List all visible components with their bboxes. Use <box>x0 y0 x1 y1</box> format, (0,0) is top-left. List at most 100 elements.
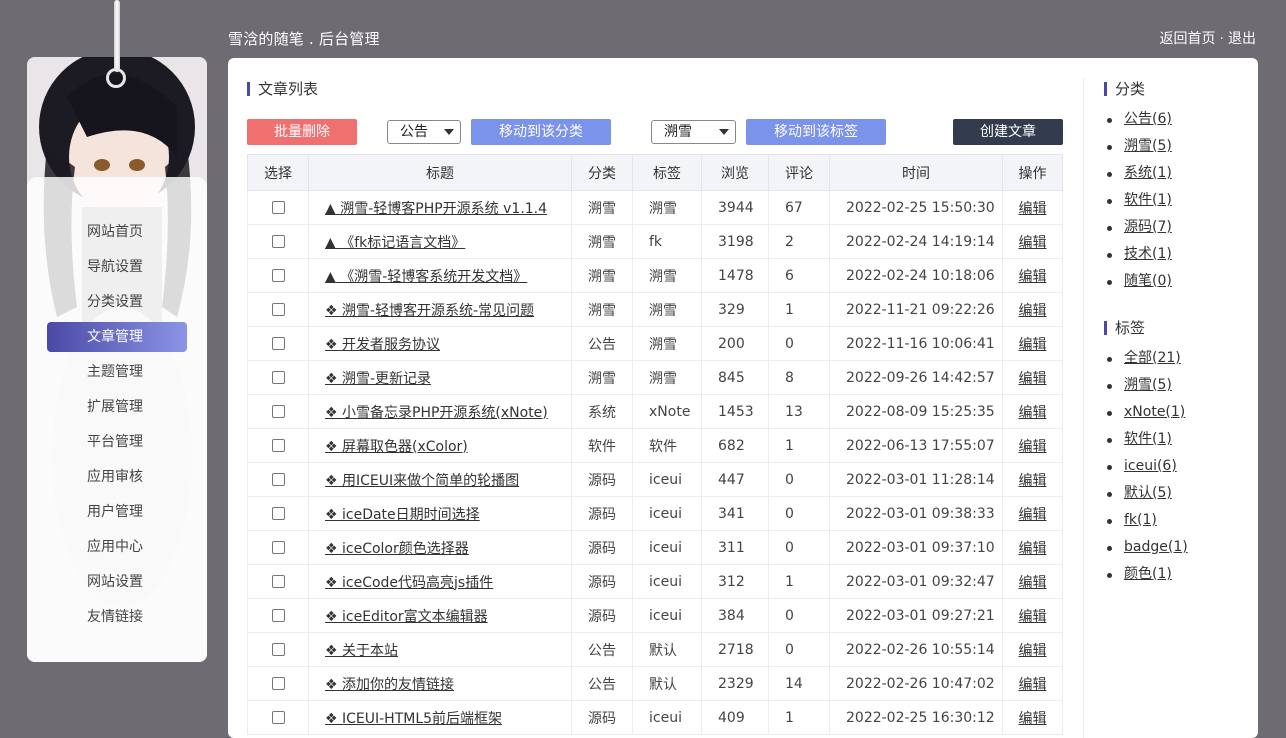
article-title-link[interactable]: ▲ 溯雪-轻博客PHP开源系统 v1.1.4 <box>325 201 547 217</box>
tag-link[interactable]: 软件(1) <box>1124 431 1172 447</box>
nav-item-navigation[interactable]: 导航设置 <box>47 252 187 282</box>
article-title-link[interactable]: ❖ 添加你的友情链接 <box>325 677 454 693</box>
edit-link[interactable]: 编辑 <box>1019 643 1047 659</box>
row-checkbox[interactable] <box>271 439 285 452</box>
row-views: 2718 <box>701 632 769 667</box>
row-checkbox[interactable] <box>271 541 285 554</box>
edit-link[interactable]: 编辑 <box>1019 575 1047 591</box>
edit-link[interactable]: 编辑 <box>1019 507 1047 523</box>
nav-item-extensions[interactable]: 扩展管理 <box>47 392 187 422</box>
nav-item-platform[interactable]: 平台管理 <box>47 427 187 457</box>
edit-link[interactable]: 编辑 <box>1019 337 1047 353</box>
category-link[interactable]: 公告(6) <box>1124 111 1172 127</box>
edit-link[interactable]: 编辑 <box>1019 201 1047 217</box>
article-title-link[interactable]: ❖ 屏幕取色器(xColor) <box>325 439 468 455</box>
category-link[interactable]: 溯雪(5) <box>1124 138 1172 154</box>
category-link[interactable]: 随笔(0) <box>1124 273 1172 289</box>
logout-link[interactable]: 退出 <box>1228 31 1256 47</box>
tag-link[interactable]: iceui(6) <box>1124 458 1177 474</box>
category-link[interactable]: 系统(1) <box>1124 165 1172 181</box>
move-to-category-button[interactable]: 移动到该分类 <box>471 119 611 145</box>
article-title-link[interactable]: ❖ iceEditor富文本编辑器 <box>325 609 488 625</box>
article-title-link[interactable]: ❖ iceDate日期时间选择 <box>325 507 480 523</box>
articles-table: 选择 标题 分类 标签 浏览 评论 时间 操作 ▲ 溯雪-轻博客PHP开源系统 … <box>247 154 1063 735</box>
category-link[interactable]: 源码(7) <box>1124 219 1172 235</box>
nav-item-articles[interactable]: 文章管理 <box>47 322 187 352</box>
edit-link[interactable]: 编辑 <box>1019 269 1047 285</box>
edit-link[interactable]: 编辑 <box>1019 609 1047 625</box>
nav-item-categories[interactable]: 分类设置 <box>47 287 187 317</box>
nav-item-app-center[interactable]: 应用中心 <box>47 532 187 562</box>
edit-link[interactable]: 编辑 <box>1019 439 1047 455</box>
tag-link[interactable]: 默认(5) <box>1124 485 1172 501</box>
edit-link[interactable]: 编辑 <box>1019 405 1047 421</box>
row-title-cell: ❖ iceCode代码高亮js插件 <box>308 564 572 599</box>
row-actions-cell: 编辑 <box>1002 666 1063 701</box>
row-checkbox[interactable] <box>271 405 285 418</box>
article-title-link[interactable]: ▲ 《fk标记语言文档》 <box>325 235 465 251</box>
table-row: ▲ 《fk标记语言文档》 溯雪 fk 3198 2 2022-02-24 14:19:14… <box>247 224 1063 259</box>
row-checkbox[interactable] <box>271 609 285 622</box>
row-tag: 默认 <box>632 632 702 667</box>
create-article-button[interactable]: 创建文章 <box>953 119 1063 145</box>
move-to-tag-button[interactable]: 移动到该标签 <box>746 119 886 145</box>
row-checkbox[interactable] <box>271 235 285 248</box>
tag-link[interactable]: badge(1) <box>1124 539 1188 555</box>
article-title-link[interactable]: ❖ ICEUI-HTML5前后端框架 <box>325 711 502 727</box>
edit-link[interactable]: 编辑 <box>1019 473 1047 489</box>
row-checkbox[interactable] <box>271 269 285 282</box>
table-row: ❖ iceDate日期时间选择 源码 iceui 341 0 2022-03-01 09:… <box>247 496 1063 531</box>
row-checkbox[interactable] <box>271 337 285 350</box>
edit-link[interactable]: 编辑 <box>1019 711 1047 727</box>
article-title-link[interactable]: ❖ 关于本站 <box>325 643 398 659</box>
row-actions-cell: 编辑 <box>1002 632 1063 667</box>
row-checkbox[interactable] <box>271 371 285 384</box>
categories-title: 分类 <box>1104 82 1145 97</box>
row-time: 2022-11-21 09:22:26 <box>829 292 1003 327</box>
row-checkbox[interactable] <box>271 507 285 520</box>
tag-link[interactable]: 溯雪(5) <box>1124 377 1172 393</box>
row-checkbox[interactable] <box>271 677 285 690</box>
tag-link[interactable]: xNote(1) <box>1124 404 1185 420</box>
edit-link[interactable]: 编辑 <box>1019 303 1047 319</box>
edit-link[interactable]: 编辑 <box>1019 371 1047 387</box>
tag-select[interactable]: 溯雪 <box>651 120 736 144</box>
tag-link[interactable]: fk(1) <box>1124 512 1157 528</box>
row-views: 2329 <box>701 666 769 701</box>
nav-item-home[interactable]: 网站首页 <box>47 217 187 247</box>
nav-item-friend-links[interactable]: 友情链接 <box>47 602 187 632</box>
nav-item-site-settings[interactable]: 网站设置 <box>47 567 187 597</box>
row-checkbox[interactable] <box>271 575 285 588</box>
category-list-item: 系统(1) <box>1104 160 1172 187</box>
edit-link[interactable]: 编辑 <box>1019 677 1047 693</box>
article-title-link[interactable]: ❖ iceColor颜色选择器 <box>325 541 469 557</box>
batch-delete-button[interactable]: 批量删除 <box>247 119 357 145</box>
category-link[interactable]: 技术(1) <box>1124 246 1172 262</box>
row-select-cell <box>247 428 309 463</box>
row-checkbox[interactable] <box>271 643 285 656</box>
article-title-link[interactable]: ❖ 开发者服务协议 <box>325 337 440 353</box>
tag-link[interactable]: 颜色(1) <box>1124 566 1172 582</box>
article-title-link[interactable]: ❖ 用ICEUI来做个简单的轮播图 <box>325 473 519 489</box>
category-link[interactable]: 软件(1) <box>1124 192 1172 208</box>
article-title-link[interactable]: ❖ iceCode代码高亮js插件 <box>325 575 493 591</box>
article-title-link[interactable]: ❖ 溯雪-轻博客开源系统-常见问题 <box>325 303 534 319</box>
row-views: 3944 <box>701 190 769 225</box>
tag-link[interactable]: 全部(21) <box>1124 350 1181 366</box>
nav-item-app-review[interactable]: 应用审核 <box>47 462 187 492</box>
row-checkbox[interactable] <box>271 473 285 486</box>
article-title-link[interactable]: ▲ 《溯雪-轻博客系统开发文档》 <box>325 269 527 285</box>
edit-link[interactable]: 编辑 <box>1019 541 1047 557</box>
row-checkbox[interactable] <box>271 201 285 214</box>
category-select[interactable]: 公告 <box>387 120 461 144</box>
edit-link[interactable]: 编辑 <box>1019 235 1047 251</box>
tag-list-item: xNote(1) <box>1104 399 1188 426</box>
article-title-link[interactable]: ❖ 溯雪-更新记录 <box>325 371 431 387</box>
row-actions-cell: 编辑 <box>1002 190 1063 225</box>
home-link[interactable]: 返回首页 <box>1160 31 1216 47</box>
nav-item-themes[interactable]: 主题管理 <box>47 357 187 387</box>
nav-item-users[interactable]: 用户管理 <box>47 497 187 527</box>
row-checkbox[interactable] <box>271 303 285 316</box>
row-time: 2022-02-26 10:55:14 <box>829 632 1003 667</box>
article-title-link[interactable]: ❖ 小雪备忘录PHP开源系统(xNote) <box>325 405 548 421</box>
